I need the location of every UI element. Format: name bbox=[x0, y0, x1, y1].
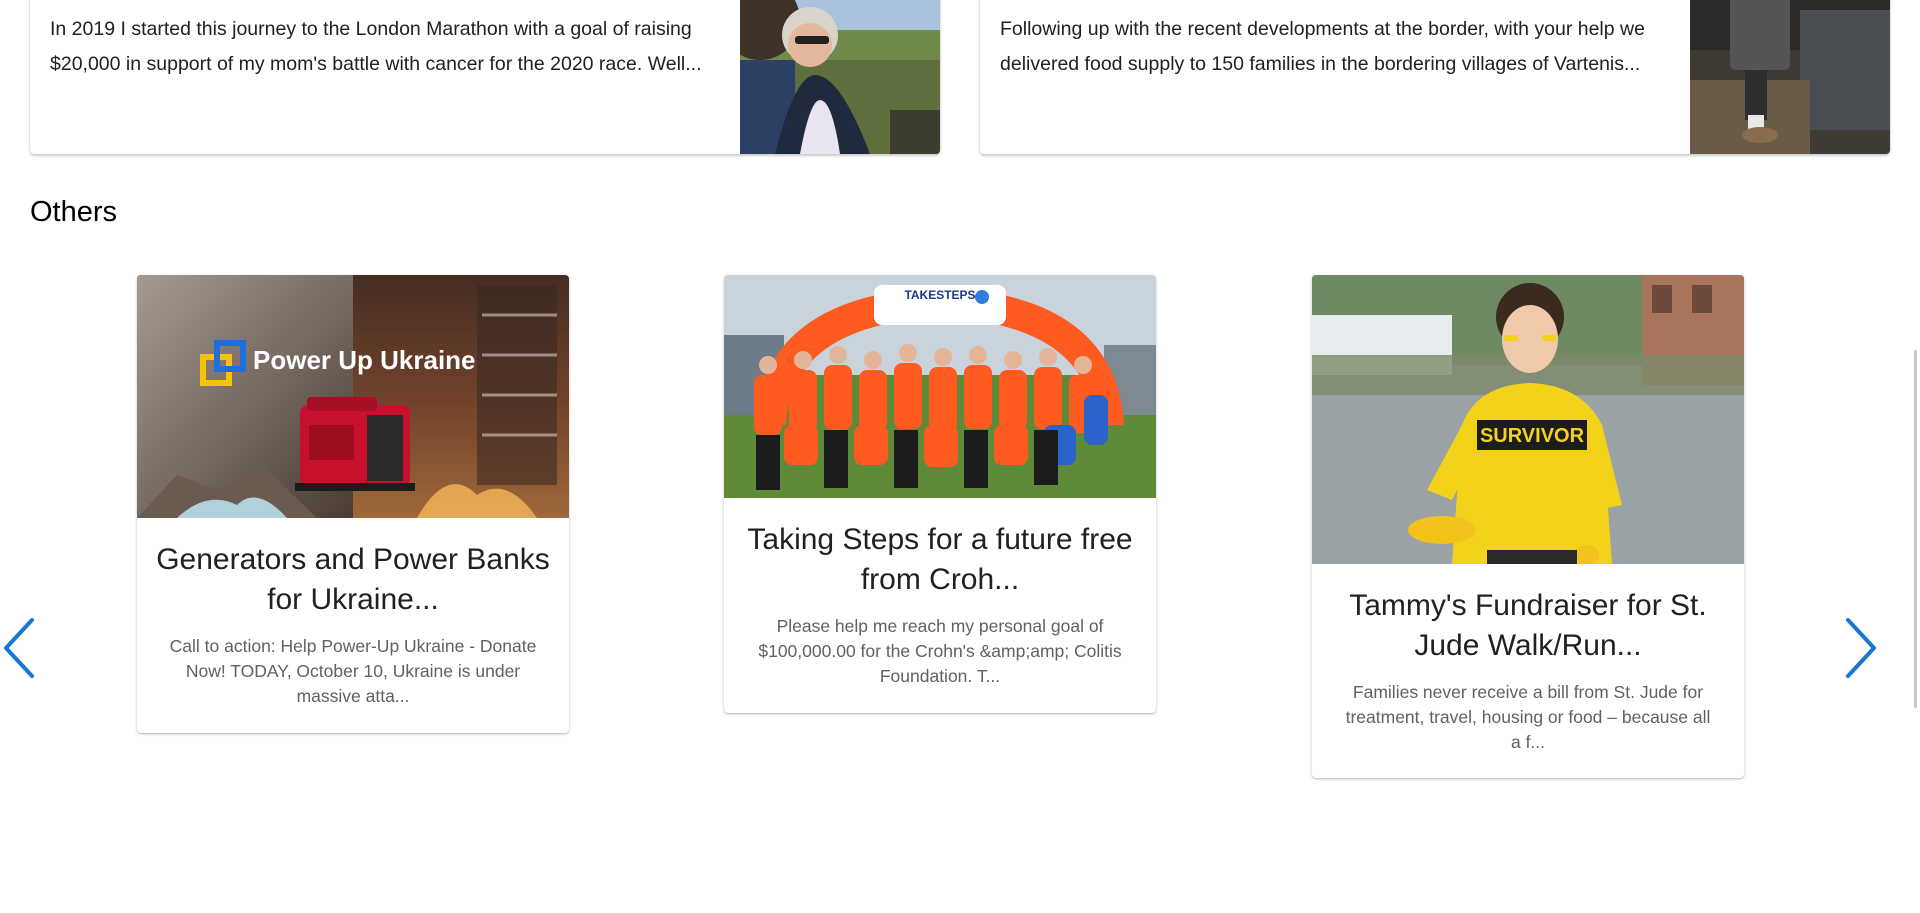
card-image: SURVIVOR bbox=[1312, 275, 1744, 564]
card-description: Families never receive a bill from St. J… bbox=[1345, 682, 1711, 752]
card-image-overlay-text: Power Up Ukraine bbox=[253, 345, 476, 375]
chevron-left-icon bbox=[4, 618, 34, 678]
featured-card-vartenis-food-supply[interactable]: Following up with the recent development… bbox=[980, 0, 1890, 154]
fundraiser-card-power-up-ukraine[interactable]: Power Up Ukraine Generators and Power Ba… bbox=[137, 275, 569, 733]
featured-card-london-marathon[interactable]: In 2019 I started this journey to the Lo… bbox=[30, 0, 940, 154]
card-image-overlay-text: TAKESTEPS bbox=[904, 288, 975, 302]
card-image: TAKESTEPS bbox=[724, 275, 1156, 498]
featured-card-description: Following up with the recent development… bbox=[1000, 18, 1645, 75]
fundraiser-card-take-steps[interactable]: TAKESTEPS Taking Steps for a future free… bbox=[724, 275, 1156, 713]
section-heading-others: Others bbox=[30, 196, 118, 228]
featured-card-photo bbox=[740, 0, 940, 154]
card-image-overlay-text: SURVIVOR bbox=[1480, 425, 1585, 447]
carousel-prev-button[interactable] bbox=[0, 612, 44, 684]
featured-card-description: In 2019 I started this journey to the Lo… bbox=[50, 18, 702, 75]
fundraiser-card-st-jude[interactable]: SURVIVOR Tammy's Fundraiser for St. Jude… bbox=[1312, 275, 1744, 778]
carousel-next-button[interactable] bbox=[1836, 612, 1886, 684]
featured-card-photo bbox=[1690, 0, 1890, 154]
chevron-right-icon bbox=[1846, 618, 1876, 678]
card-image: Power Up Ukraine bbox=[137, 275, 569, 518]
scrollbar-thumb[interactable] bbox=[1914, 350, 1917, 708]
card-title[interactable]: Generators and Power Banks for Ukraine..… bbox=[155, 540, 551, 620]
card-title[interactable]: Taking Steps for a future free from Croh… bbox=[742, 520, 1138, 600]
card-title[interactable]: Tammy's Fundraiser for St. Jude Walk/Run… bbox=[1330, 586, 1726, 666]
card-description: Please help me reach my personal goal of… bbox=[758, 616, 1122, 686]
card-description: Call to action: Help Power-Up Ukraine - … bbox=[169, 636, 537, 706]
